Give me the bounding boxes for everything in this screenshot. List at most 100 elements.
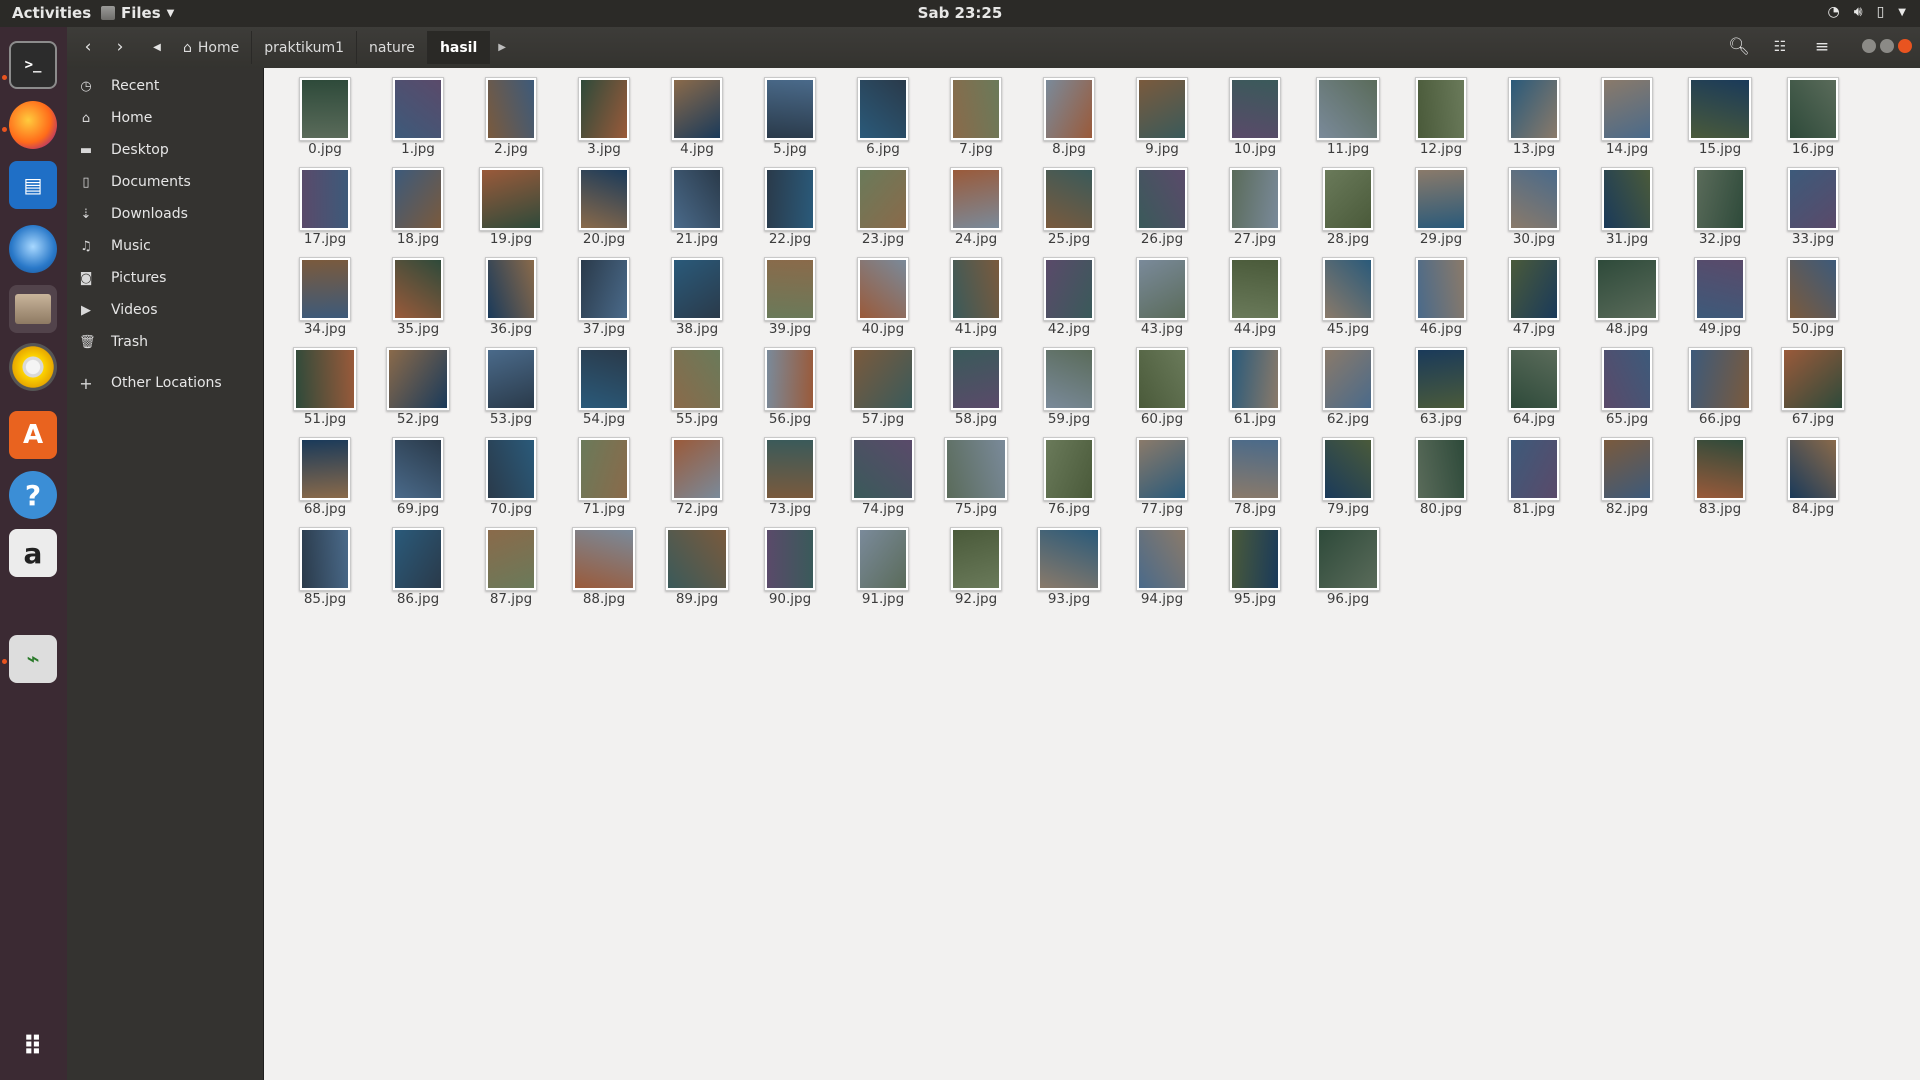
file-item[interactable]: 32.jpg	[1674, 162, 1766, 250]
file-item[interactable]: 96.jpg	[1302, 522, 1394, 610]
file-item[interactable]: 76.jpg	[1023, 432, 1115, 520]
file-item[interactable]: 85.jpg	[279, 522, 371, 610]
file-item[interactable]: 12.jpg	[1395, 72, 1487, 160]
file-item[interactable]: 11.jpg	[1302, 72, 1394, 160]
file-item[interactable]: 94.jpg	[1116, 522, 1208, 610]
menu-button[interactable]: ≡	[1805, 32, 1839, 62]
path-scroll-left-button[interactable]: ◀	[145, 32, 169, 62]
file-item[interactable]: 40.jpg	[837, 252, 929, 340]
battery-icon[interactable]: ▯	[1877, 4, 1885, 20]
writer-icon[interactable]: ▤	[9, 161, 57, 209]
file-item[interactable]: 55.jpg	[651, 342, 743, 430]
file-item[interactable]: 74.jpg	[837, 432, 929, 520]
minimize-button[interactable]	[1862, 39, 1876, 53]
chevron-down-icon[interactable]: ▼	[1898, 7, 1906, 20]
file-item[interactable]: 13.jpg	[1488, 72, 1580, 160]
file-item[interactable]: 92.jpg	[930, 522, 1022, 610]
file-item[interactable]: 54.jpg	[558, 342, 650, 430]
file-item[interactable]: 33.jpg	[1767, 162, 1859, 250]
file-item[interactable]: 21.jpg	[651, 162, 743, 250]
file-item[interactable]: 52.jpg	[372, 342, 464, 430]
file-item[interactable]: 64.jpg	[1488, 342, 1580, 430]
file-item[interactable]: 86.jpg	[372, 522, 464, 610]
file-item[interactable]: 39.jpg	[744, 252, 836, 340]
forward-button[interactable]: ›	[105, 32, 135, 62]
file-item[interactable]: 90.jpg	[744, 522, 836, 610]
file-item[interactable]: 7.jpg	[930, 72, 1022, 160]
app-menu[interactable]: Files ▼	[101, 4, 174, 22]
file-item[interactable]: 53.jpg	[465, 342, 557, 430]
sidebar-item-downloads[interactable]: ⇣ Downloads	[67, 200, 263, 228]
file-item[interactable]: 57.jpg	[837, 342, 929, 430]
file-item[interactable]: 82.jpg	[1581, 432, 1673, 520]
system-tray[interactable]: ◔ 🔊︎ ▯ ▼	[1828, 4, 1906, 20]
file-item[interactable]: 62.jpg	[1302, 342, 1394, 430]
file-item[interactable]: 6.jpg	[837, 72, 929, 160]
file-item[interactable]: 87.jpg	[465, 522, 557, 610]
file-item[interactable]: 8.jpg	[1023, 72, 1115, 160]
file-item[interactable]: 4.jpg	[651, 72, 743, 160]
file-grid[interactable]: 0.jpg 1.jpg 2.jpg 3.jpg 4.jpg 5.jpg 6.jpg 7.jpg…	[264, 68, 1920, 1080]
file-item[interactable]: 28.jpg	[1302, 162, 1394, 250]
file-item[interactable]: 95.jpg	[1209, 522, 1301, 610]
file-item[interactable]: 42.jpg	[1023, 252, 1115, 340]
sidebar-item-other-locations[interactable]: + Other Locations	[67, 369, 263, 397]
sidebar-item-pictures[interactable]: ◙ Pictures	[67, 264, 263, 292]
file-item[interactable]: 72.jpg	[651, 432, 743, 520]
file-item[interactable]: 67.jpg	[1767, 342, 1859, 430]
file-item[interactable]: 89.jpg	[651, 522, 743, 610]
firefox-icon[interactable]	[9, 101, 57, 149]
file-item[interactable]: 63.jpg	[1395, 342, 1487, 430]
file-item[interactable]: 1.jpg	[372, 72, 464, 160]
terminal-icon[interactable]: >_	[9, 41, 57, 89]
file-item[interactable]: 17.jpg	[279, 162, 371, 250]
system-monitor-icon[interactable]: ⌁	[9, 635, 57, 683]
file-item[interactable]: 38.jpg	[651, 252, 743, 340]
file-item[interactable]: 9.jpg	[1116, 72, 1208, 160]
file-item[interactable]: 50.jpg	[1767, 252, 1859, 340]
sidebar-item-videos[interactable]: ▶ Videos	[67, 296, 263, 324]
sidebar-item-music[interactable]: ♫ Music	[67, 232, 263, 260]
file-item[interactable]: 20.jpg	[558, 162, 650, 250]
file-item[interactable]: 34.jpg	[279, 252, 371, 340]
file-item[interactable]: 79.jpg	[1302, 432, 1394, 520]
file-item[interactable]: 0.jpg	[279, 72, 371, 160]
file-item[interactable]: 36.jpg	[465, 252, 557, 340]
file-item[interactable]: 60.jpg	[1116, 342, 1208, 430]
file-item[interactable]: 56.jpg	[744, 342, 836, 430]
file-item[interactable]: 59.jpg	[1023, 342, 1115, 430]
sidebar-item-documents[interactable]: ▯ Documents	[67, 168, 263, 196]
help-icon[interactable]: ?	[9, 471, 57, 519]
file-item[interactable]: 91.jpg	[837, 522, 929, 610]
file-item[interactable]: 15.jpg	[1674, 72, 1766, 160]
file-item[interactable]: 71.jpg	[558, 432, 650, 520]
sidebar-item-recent[interactable]: ◷ Recent	[67, 72, 263, 100]
file-item[interactable]: 88.jpg	[558, 522, 650, 610]
activities-button[interactable]: Activities	[12, 4, 91, 22]
back-button[interactable]: ‹	[73, 32, 103, 62]
file-item[interactable]: 61.jpg	[1209, 342, 1301, 430]
file-item[interactable]: 75.jpg	[930, 432, 1022, 520]
thunderbird-icon[interactable]	[9, 225, 57, 273]
file-item[interactable]: 73.jpg	[744, 432, 836, 520]
crumb-home[interactable]: ⌂ Home	[171, 31, 253, 64]
file-item[interactable]: 26.jpg	[1116, 162, 1208, 250]
amazon-icon[interactable]: a	[9, 529, 57, 577]
sidebar-item-desktop[interactable]: ▬ Desktop	[67, 136, 263, 164]
file-item[interactable]: 45.jpg	[1302, 252, 1394, 340]
file-item[interactable]: 3.jpg	[558, 72, 650, 160]
file-item[interactable]: 37.jpg	[558, 252, 650, 340]
crumb-praktikum1[interactable]: praktikum1	[252, 31, 358, 64]
sidebar-item-trash[interactable]: 🗑︎ Trash	[67, 328, 263, 356]
file-item[interactable]: 43.jpg	[1116, 252, 1208, 340]
file-item[interactable]: 77.jpg	[1116, 432, 1208, 520]
file-item[interactable]: 80.jpg	[1395, 432, 1487, 520]
file-item[interactable]: 47.jpg	[1488, 252, 1580, 340]
file-item[interactable]: 84.jpg	[1767, 432, 1859, 520]
view-toggle-button[interactable]: ☷	[1763, 32, 1797, 62]
sidebar-item-home[interactable]: ⌂ Home	[67, 104, 263, 132]
file-item[interactable]: 23.jpg	[837, 162, 929, 250]
file-item[interactable]: 41.jpg	[930, 252, 1022, 340]
file-item[interactable]: 65.jpg	[1581, 342, 1673, 430]
path-scroll-right-button[interactable]: ▶	[490, 31, 514, 64]
